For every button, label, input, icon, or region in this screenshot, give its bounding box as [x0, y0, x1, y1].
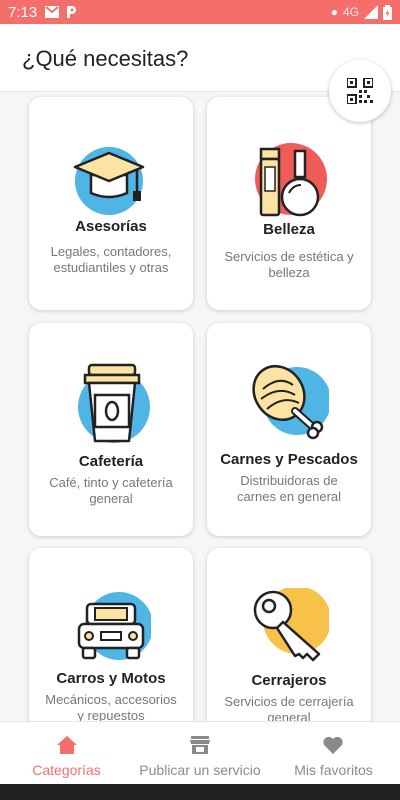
- category-description: Café, tinto y cafetería general: [49, 475, 173, 506]
- category-description: Mecánicos, accesorios y repuestos: [45, 692, 177, 722]
- category-name: Cafetería: [78, 453, 144, 470]
- parking-app-icon: [67, 6, 77, 18]
- category-description: Servicios de cerrajería general: [224, 694, 354, 722]
- key-icon: [253, 588, 329, 662]
- category-description: Legales, contadores, estudiantiles y otr…: [50, 244, 172, 275]
- signal-icon: [364, 5, 378, 19]
- nav-label: Publicar un servicio: [139, 762, 261, 778]
- notification-dot-icon: ●: [330, 5, 338, 19]
- gmail-icon: [45, 6, 60, 18]
- category-description: Servicios de estética y belleza: [224, 249, 354, 280]
- heart-icon: [323, 736, 343, 754]
- nav-mis-favoritos[interactable]: Mis favoritos: [267, 722, 400, 785]
- categories-grid: Asesorías Legales, contadores, estudiant…: [0, 92, 400, 722]
- category-card-asesorias[interactable]: Asesorías Legales, contadores, estudiant…: [29, 97, 193, 310]
- category-name: Belleza: [263, 221, 315, 238]
- category-card-cafeteria[interactable]: Cafetería Café, tinto y cafetería genera…: [29, 323, 193, 536]
- category-name: Carnes y Pescados: [220, 451, 358, 468]
- qr-code-icon: [347, 78, 373, 104]
- system-navigation-bar: [0, 784, 400, 800]
- category-card-carnes-y-pescados[interactable]: Carnes y Pescados Distribuidoras de carn…: [207, 323, 371, 536]
- status-bar: 7:13 ● 4G: [0, 0, 400, 24]
- ham-icon: [252, 364, 329, 440]
- store-icon: [190, 736, 210, 754]
- bottom-navigation: Categorías Publicar un servicio Mis favo…: [0, 721, 400, 784]
- nav-label: Mis favoritos: [294, 762, 373, 778]
- category-description: Distribuidoras de carnes en general: [236, 473, 342, 504]
- page-title: ¿Qué necesitas?: [22, 46, 189, 71]
- category-name: Cerrajeros: [251, 672, 327, 689]
- cosmetics-icon: [255, 143, 327, 217]
- car-icon: [77, 592, 151, 660]
- nav-label: Categorías: [32, 762, 101, 778]
- category-name: Asesorías: [75, 218, 147, 235]
- home-icon: [57, 736, 77, 754]
- network-type: 4G: [342, 5, 359, 19]
- nav-categorias[interactable]: Categorías: [0, 722, 133, 785]
- category-name: Carros y Motos: [56, 670, 166, 687]
- qr-scan-button[interactable]: [329, 60, 391, 122]
- coffee-cup-icon: [78, 363, 150, 443]
- category-card-carros-y-motos[interactable]: Carros y Motos Mecánicos, accesorios y r…: [29, 548, 193, 722]
- category-card-cerrajeros[interactable]: Cerrajeros Servicios de cerrajería gener…: [207, 548, 371, 722]
- nav-publicar-servicio[interactable]: Publicar un servicio: [133, 722, 267, 785]
- graduation-cap-icon: [73, 147, 145, 215]
- category-card-belleza[interactable]: Belleza Servicios de estética y belleza: [207, 97, 371, 310]
- status-time: 7:13: [8, 3, 38, 21]
- battery-icon: [383, 4, 392, 20]
